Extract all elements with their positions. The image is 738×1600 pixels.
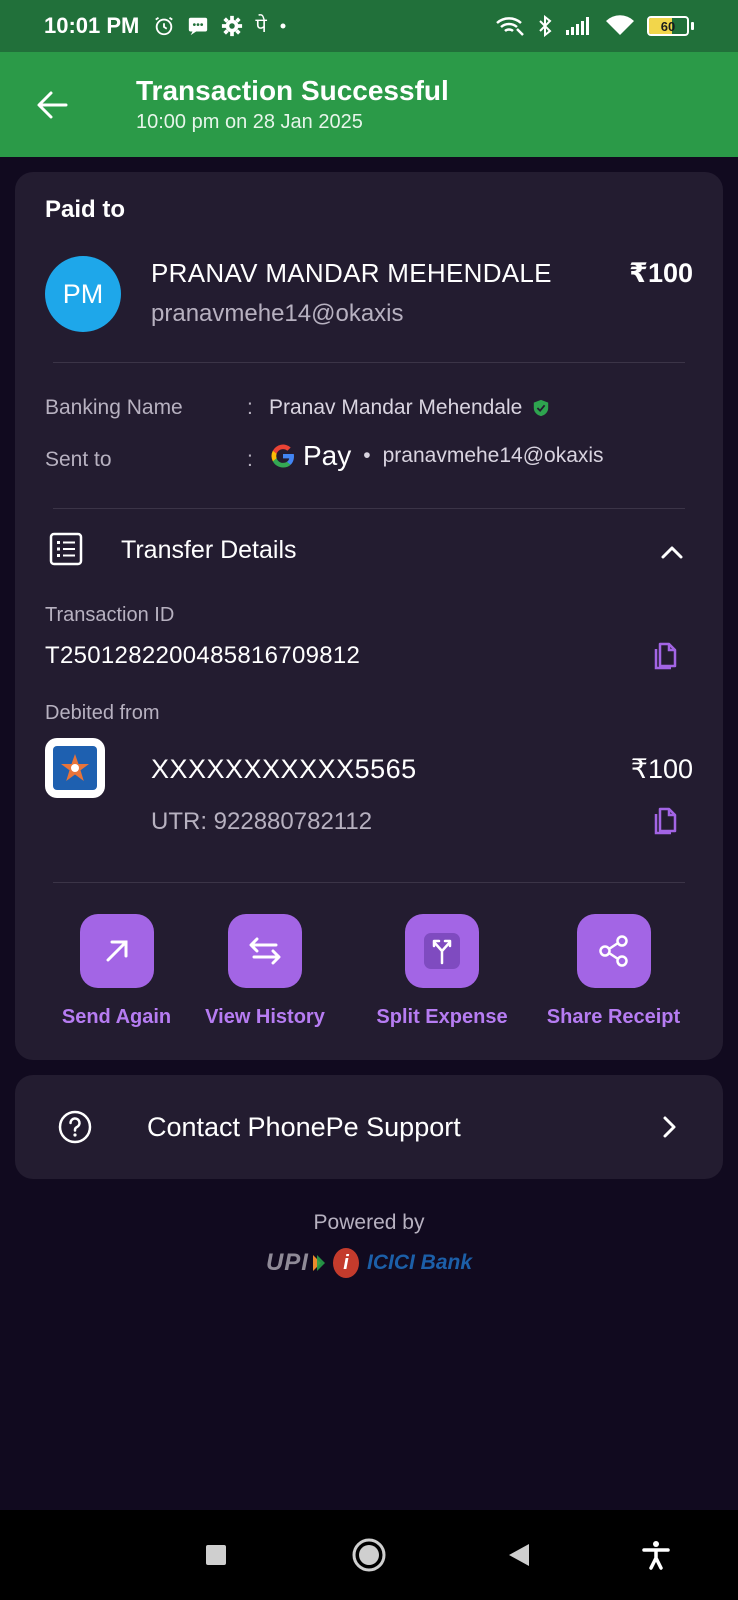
swap-arrows-icon bbox=[249, 937, 281, 965]
payee-upi-id: pranavmehe14@okaxis bbox=[151, 300, 404, 327]
action-buttons-row: Send Again View History Split Expense Sh… bbox=[15, 914, 723, 1034]
wifi-icon bbox=[606, 15, 634, 35]
divider bbox=[53, 362, 685, 363]
cellular-signal-icon bbox=[566, 17, 589, 35]
bluetooth-icon bbox=[539, 15, 552, 37]
transaction-id-value: T2501282200485816709812 bbox=[45, 642, 361, 669]
contact-support-button[interactable]: Contact PhonePe Support bbox=[15, 1075, 723, 1179]
battery-level: 60 bbox=[660, 18, 676, 34]
sent-to-label: Sent to bbox=[45, 448, 112, 471]
icici-logo-mark: i bbox=[332, 1248, 359, 1278]
verified-shield-icon bbox=[534, 399, 549, 417]
help-circle-icon bbox=[58, 1110, 92, 1144]
partner-logos: UPI i ICICI Bank bbox=[0, 1248, 738, 1278]
separator: : bbox=[247, 448, 253, 471]
message-icon bbox=[189, 17, 208, 36]
bullet-separator: • bbox=[363, 444, 371, 467]
icici-bank-logo-text: ICICI Bank bbox=[366, 1251, 473, 1274]
accessibility-icon bbox=[642, 1541, 670, 1570]
banking-name-text: Pranav Mandar Mehendale bbox=[269, 396, 523, 419]
utr-number: UTR: 922880782112 bbox=[151, 808, 373, 835]
header-bar: Transaction Successful 10:00 pm on 28 Ja… bbox=[0, 52, 738, 157]
divider bbox=[53, 882, 685, 883]
bank-logo bbox=[45, 738, 105, 798]
gpay-pay-text: Pay bbox=[303, 440, 352, 471]
dot-icon bbox=[280, 23, 286, 29]
debited-from-label: Debited from bbox=[45, 702, 160, 724]
copy-utr-button[interactable] bbox=[651, 807, 679, 837]
wifi-calling-icon bbox=[496, 17, 524, 36]
view-history-label: View History bbox=[205, 1006, 325, 1028]
status-bar: 10:01 PM पे 60 bbox=[0, 0, 738, 52]
split-expense-label: Split Expense bbox=[376, 1006, 508, 1028]
page-title: Transaction Successful bbox=[136, 75, 449, 106]
split-icon bbox=[424, 933, 460, 969]
battery-icon: 60 bbox=[647, 16, 694, 36]
account-number: XXXXXXXXXXX5565 bbox=[151, 754, 417, 784]
home-circle-icon bbox=[352, 1538, 386, 1572]
share-receipt-label: Share Receipt bbox=[546, 1006, 681, 1028]
arrow-up-right-icon bbox=[106, 940, 127, 962]
transfer-details-title: Transfer Details bbox=[121, 536, 297, 564]
bank-star-icon bbox=[61, 754, 89, 781]
view-history-button[interactable]: View History bbox=[200, 914, 330, 1029]
receipt-list-icon bbox=[49, 532, 83, 566]
transaction-id-label: Transaction ID bbox=[45, 604, 175, 626]
copy-icon bbox=[654, 807, 677, 835]
share-receipt-icon-box bbox=[576, 914, 651, 988]
google-g-icon bbox=[271, 444, 294, 468]
square-icon bbox=[206, 1545, 226, 1565]
recent-apps-button[interactable] bbox=[196, 1535, 236, 1575]
status-time: 10:01 PM bbox=[44, 13, 140, 38]
avatar: PM bbox=[45, 256, 121, 332]
share-receipt-button[interactable]: Share Receipt bbox=[541, 914, 686, 1029]
chevron-right-icon bbox=[663, 1116, 676, 1138]
back-button[interactable] bbox=[22, 75, 82, 135]
chevron-up-icon bbox=[661, 546, 683, 559]
back-arrow-icon bbox=[37, 91, 68, 118]
payee-name: PRANAV MANDAR MEHENDALE bbox=[151, 258, 552, 288]
upi-arrow-icon bbox=[312, 1255, 325, 1271]
paid-to-heading: Paid to bbox=[45, 196, 126, 223]
system-nav-bar bbox=[0, 1510, 738, 1600]
triangle-back-icon bbox=[509, 1544, 529, 1566]
powered-by-label: Powered by bbox=[313, 1211, 425, 1234]
banking-name-label: Banking Name bbox=[45, 396, 183, 419]
debited-amount: ₹100 bbox=[630, 754, 693, 784]
banking-name-value: Pranav Mandar Mehendale bbox=[269, 396, 550, 420]
sent-to-value: Pay • pranavmehe14@okaxis bbox=[269, 440, 604, 472]
phonepe-notification-icon: पे bbox=[255, 15, 267, 37]
payee-amount: ₹100 bbox=[629, 258, 693, 288]
alarm-icon bbox=[155, 16, 174, 36]
share-icon bbox=[598, 935, 628, 967]
collapse-transfer-details-button[interactable] bbox=[657, 538, 687, 568]
split-expense-icon-box bbox=[405, 914, 479, 988]
view-history-icon-box bbox=[228, 914, 302, 988]
settings-icon bbox=[222, 15, 243, 37]
divider bbox=[53, 508, 685, 509]
split-expense-button[interactable]: Split Expense bbox=[372, 914, 512, 1029]
send-again-icon-box bbox=[79, 914, 154, 988]
copy-transaction-id-button[interactable] bbox=[651, 642, 679, 672]
send-again-label: Send Again bbox=[61, 1006, 172, 1028]
transaction-card: Paid to PM PRANAV MANDAR MEHENDALE ₹100 … bbox=[15, 172, 723, 1060]
upi-logo: UPI bbox=[266, 1249, 325, 1277]
gpay-logo: Pay bbox=[269, 440, 351, 472]
separator: : bbox=[247, 396, 253, 419]
transaction-timestamp: 10:00 pm on 28 Jan 2025 bbox=[136, 111, 363, 133]
send-again-button[interactable]: Send Again bbox=[59, 914, 174, 1029]
accessibility-button[interactable] bbox=[636, 1535, 676, 1575]
upi-logo-text: UPI bbox=[265, 1249, 309, 1276]
back-nav-button[interactable] bbox=[499, 1535, 539, 1575]
contact-support-label: Contact PhonePe Support bbox=[147, 1111, 461, 1142]
home-button[interactable] bbox=[349, 1535, 389, 1575]
sent-to-upi: pranavmehe14@okaxis bbox=[382, 444, 604, 467]
copy-icon bbox=[654, 642, 677, 670]
